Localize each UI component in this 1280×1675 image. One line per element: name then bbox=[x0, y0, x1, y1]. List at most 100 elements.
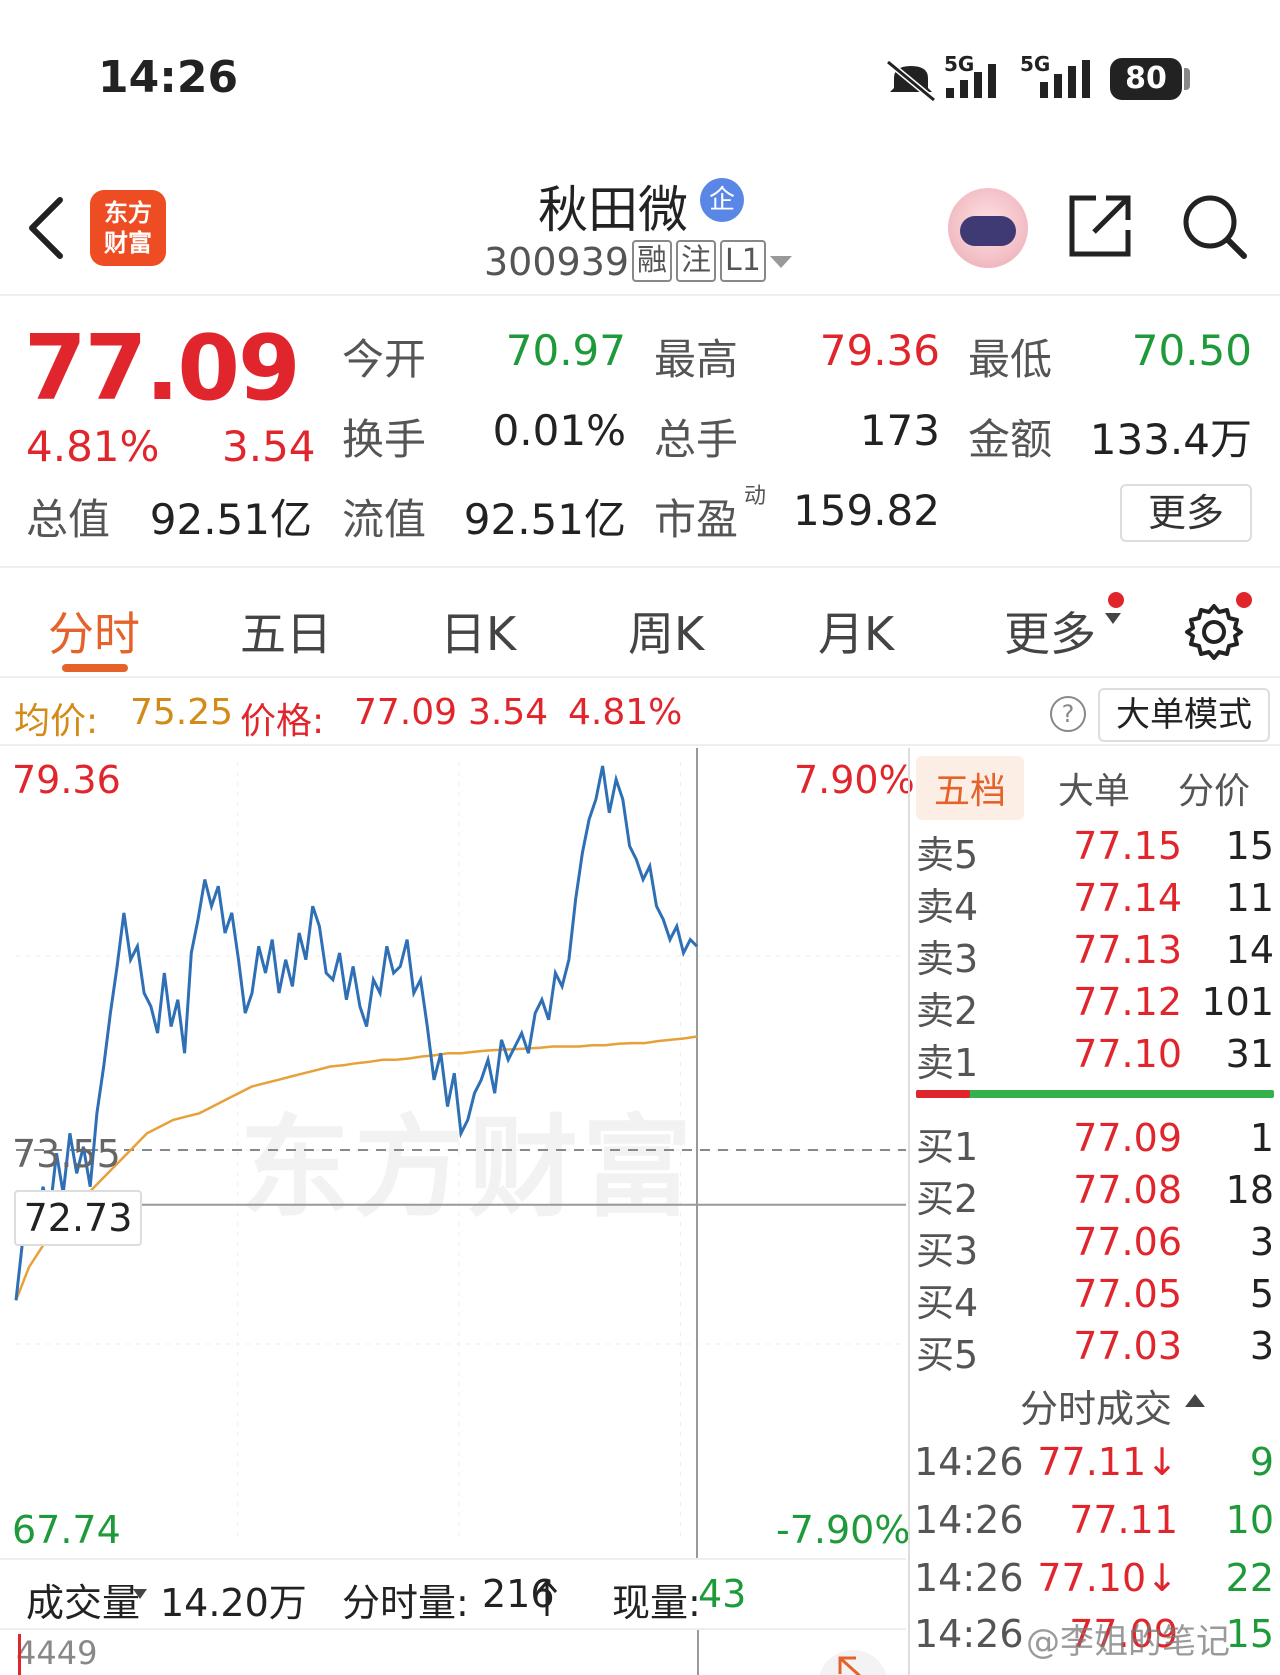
tick-price: 77.11 bbox=[1069, 1498, 1178, 1542]
cursor-vertical-line-volume bbox=[697, 1630, 699, 1675]
tag-margin: 融 bbox=[632, 240, 672, 282]
ask-volume: 11 bbox=[1225, 876, 1274, 920]
bid-price: 77.05 bbox=[1073, 1272, 1182, 1316]
avg-price-value: 75.25 bbox=[130, 692, 234, 733]
stock-code: 300939 bbox=[484, 240, 630, 284]
price-info-bar: 均价: 75.25 价格: 77.09 3.54 4.81% ? 大单模式 bbox=[0, 680, 1280, 746]
tab-intraday[interactable]: 分时 bbox=[48, 598, 140, 664]
bid-price: 77.08 bbox=[1073, 1168, 1182, 1212]
tick-time: 14:26 bbox=[914, 1498, 1024, 1542]
back-arrow-icon[interactable] bbox=[26, 196, 66, 260]
ask-row: 卖5 77.15 15 bbox=[910, 824, 1280, 877]
volume-caret-icon bbox=[133, 1589, 147, 1599]
big-order-mode-button[interactable]: 大单模式 bbox=[1098, 688, 1270, 742]
stock-name: 秋田微 bbox=[538, 181, 688, 239]
market-cap-value: 92.51亿 bbox=[149, 495, 312, 544]
tick-volume: 10 bbox=[1225, 1498, 1274, 1542]
ask-label: 卖5 bbox=[916, 833, 979, 877]
ask-label: 卖2 bbox=[916, 989, 979, 1033]
change-value: 3.54 bbox=[222, 422, 316, 471]
open-label: 今开 bbox=[342, 335, 427, 384]
tick-time: 14:26 bbox=[914, 1612, 1024, 1656]
bid-row: 买4 77.05 5 bbox=[910, 1272, 1280, 1325]
volume-total: 14.20万 bbox=[160, 1581, 307, 1625]
tab-more-notify-dot bbox=[1108, 592, 1124, 608]
ask-label: 卖4 bbox=[916, 885, 979, 929]
tick-row: 14:26 77.11 10 bbox=[910, 1498, 1280, 1554]
axis-bottom-percent: -7.90% bbox=[776, 1508, 911, 1552]
ob-tab-five-level[interactable]: 五档 bbox=[916, 756, 1025, 820]
bid-volume: 3 bbox=[1249, 1220, 1274, 1264]
help-icon[interactable]: ? bbox=[1050, 696, 1086, 732]
mute-icon bbox=[886, 59, 936, 102]
app-logo-text: 东方财富 bbox=[104, 199, 152, 257]
ask-volume: 31 bbox=[1225, 1032, 1274, 1076]
intraday-chart[interactable]: 东方财富 79.36 7.90% 73.55 72.73 67.74 -7.90… bbox=[0, 748, 915, 1558]
status-time: 14:26 bbox=[98, 52, 239, 103]
ask-price: 77.10 bbox=[1073, 1032, 1182, 1076]
bid-price: 77.06 bbox=[1073, 1220, 1182, 1264]
ob-tab-price-distribution[interactable]: 分价 bbox=[1178, 762, 1250, 814]
pe-superscript: 动 bbox=[744, 484, 767, 509]
float-cap-label: 流值 bbox=[342, 495, 427, 544]
status-bar: 14:26 5G 5G 80 bbox=[0, 0, 1280, 160]
volume-bar bbox=[18, 1634, 21, 1675]
app-logo[interactable]: 东方财富 bbox=[90, 190, 166, 266]
ask-row: 卖2 77.12 101 bbox=[910, 980, 1280, 1033]
enterprise-badge: 企 bbox=[700, 178, 744, 222]
volume-label: 总手 bbox=[654, 415, 739, 464]
volume-chart: 4449 bbox=[0, 1628, 906, 1675]
ask-volume: 15 bbox=[1225, 824, 1274, 868]
stock-header: 东方财富 秋田微 企 300939 融 注 L1 bbox=[0, 160, 1280, 296]
more-quote-button[interactable]: 更多 bbox=[1120, 484, 1252, 542]
settings-gear-icon[interactable] bbox=[1184, 602, 1244, 662]
market-cap-label: 总值 bbox=[26, 495, 111, 544]
current-volume-label: 现量: bbox=[612, 1581, 701, 1625]
price-label: 价格: bbox=[240, 701, 325, 742]
change-percent: 4.81% bbox=[26, 422, 160, 471]
search-icon[interactable] bbox=[1178, 190, 1250, 262]
signal-icon-1 bbox=[946, 64, 996, 98]
tab-more[interactable]: 更多 bbox=[1004, 598, 1096, 664]
bid-row: 买5 77.03 3 bbox=[910, 1324, 1280, 1377]
tick-volume: 22 bbox=[1225, 1556, 1274, 1600]
expand-arrow-icon bbox=[838, 1656, 862, 1675]
up-arrow-icon bbox=[536, 1579, 558, 1616]
tick-row: 14:26 77.10↓ 22 bbox=[910, 1556, 1280, 1612]
change-value: 3.54 bbox=[468, 692, 549, 733]
bid-volume: 5 bbox=[1249, 1272, 1274, 1316]
turnover-label: 换手 bbox=[342, 415, 427, 464]
share-icon[interactable] bbox=[1066, 192, 1134, 260]
low-label: 最低 bbox=[968, 335, 1053, 384]
chevron-down-icon[interactable] bbox=[768, 254, 794, 270]
bid-label: 买5 bbox=[916, 1333, 979, 1377]
tab-weekly-k[interactable]: 周K bbox=[628, 598, 704, 664]
ticks-title[interactable]: 分时成交 bbox=[1020, 1378, 1172, 1433]
tick-time: 14:26 bbox=[914, 1440, 1024, 1484]
ask-row: 卖1 77.10 31 bbox=[910, 1032, 1280, 1085]
signal-icon-2 bbox=[1040, 60, 1090, 98]
assistant-face bbox=[960, 216, 1016, 246]
collapse-up-icon[interactable] bbox=[1184, 1392, 1206, 1408]
volume-selector-label[interactable]: 成交量 bbox=[26, 1572, 140, 1627]
ob-tab-big-order[interactable]: 大单 bbox=[1058, 762, 1130, 814]
change-percent: 4.81% bbox=[568, 692, 683, 733]
cursor-price-label: 72.73 bbox=[14, 1190, 142, 1246]
tab-five-day[interactable]: 五日 bbox=[240, 598, 332, 664]
bid-volume: 1 bbox=[1249, 1116, 1274, 1160]
tag-level1: L1 bbox=[720, 240, 766, 282]
price-value: 77.09 bbox=[354, 692, 458, 733]
volume-value: 173 bbox=[859, 406, 940, 455]
bid-label: 买1 bbox=[916, 1125, 979, 1169]
ask-volume: 14 bbox=[1225, 928, 1274, 972]
amount-value: 133.4万 bbox=[1089, 415, 1252, 464]
minute-volume-label: 分时量: bbox=[342, 1581, 469, 1625]
tab-monthly-k[interactable]: 月K bbox=[818, 598, 894, 664]
tick-row: 14:26 77.11↓ 9 bbox=[910, 1440, 1280, 1496]
bid-volume: 3 bbox=[1249, 1324, 1274, 1368]
bid-label: 买3 bbox=[916, 1229, 979, 1273]
volume-axis-max: 4449 bbox=[16, 1634, 98, 1672]
tab-daily-k[interactable]: 日K bbox=[440, 598, 516, 664]
tick-time: 14:26 bbox=[914, 1556, 1024, 1600]
axis-top-price: 79.36 bbox=[12, 758, 121, 802]
